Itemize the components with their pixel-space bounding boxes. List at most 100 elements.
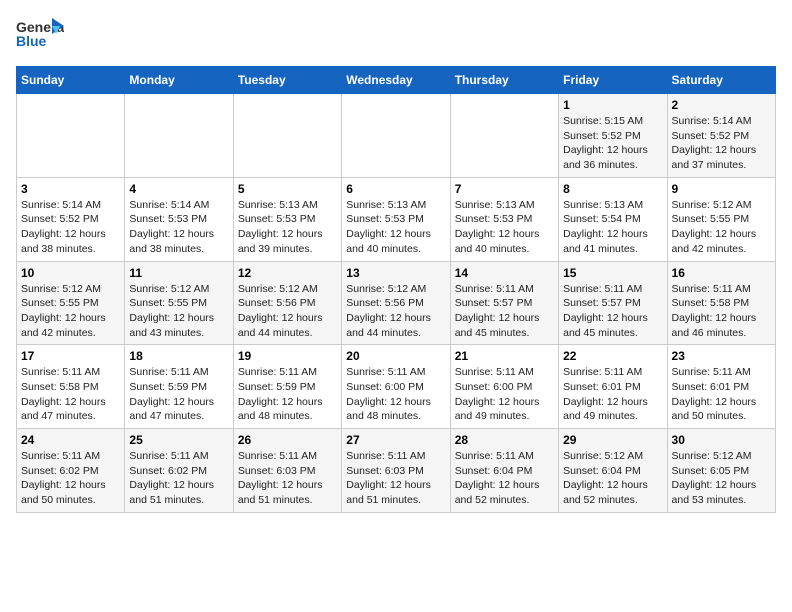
day-info: Sunrise: 5:15 AMSunset: 5:52 PMDaylight:… — [563, 114, 662, 173]
day-info: Sunrise: 5:12 AMSunset: 5:55 PMDaylight:… — [21, 282, 120, 341]
day-number: 23 — [672, 349, 771, 363]
calendar-cell: 4 Sunrise: 5:14 AMSunset: 5:53 PMDaylight… — [125, 177, 233, 261]
calendar-cell: 1 Sunrise: 5:15 AMSunset: 5:52 PMDaylight… — [559, 94, 667, 178]
calendar-cell: 22Sunrise: 5:11 AMSunset: 6:01 PMDayligh… — [559, 345, 667, 429]
calendar-week-row: 3Sunrise: 5:14 AMSunset: 5:52 PMDaylight… — [17, 177, 776, 261]
day-number: 10 — [21, 266, 120, 280]
day-number: 20 — [346, 349, 445, 363]
day-number: 2 — [672, 98, 771, 112]
logo-icon: General Blue — [16, 16, 64, 54]
calendar-cell — [233, 94, 341, 178]
day-number: 12 — [238, 266, 337, 280]
day-number: 26 — [238, 433, 337, 447]
calendar-cell: 5 Sunrise: 5:13 AMSunset: 5:53 PMDaylight… — [233, 177, 341, 261]
day-info: Sunrise: 5:11 AMSunset: 6:00 PMDaylight:… — [346, 365, 445, 424]
day-info: Sunrise: 5:11 AMSunset: 6:01 PMDaylight:… — [563, 365, 662, 424]
day-number: 24 — [21, 433, 120, 447]
day-number: 1 — [563, 98, 662, 112]
day-number: 18 — [129, 349, 228, 363]
calendar-cell: 28 Sunrise: 5:11 AMSunset: 6:04 PMDayligh… — [450, 429, 558, 513]
day-info: Sunrise: 5:11 AMSunset: 5:57 PMDaylight:… — [563, 282, 662, 341]
calendar-cell: 19Sunrise: 5:11 AMSunset: 5:59 PMDayligh… — [233, 345, 341, 429]
calendar-table: SundayMondayTuesdayWednesdayThursdayFrid… — [16, 66, 776, 513]
calendar-cell — [342, 94, 450, 178]
calendar-cell: 13 Sunrise: 5:12 AMSunset: 5:56 PMDayligh… — [342, 261, 450, 345]
day-info: Sunrise: 5:12 AMSunset: 5:56 PMDaylight:… — [238, 282, 337, 341]
day-info: Sunrise: 5:12 AMSunset: 6:05 PMDaylight:… — [672, 449, 771, 508]
day-number: 13 — [346, 266, 445, 280]
day-header-thursday: Thursday — [450, 67, 558, 94]
day-info: Sunrise: 5:11 AMSunset: 6:02 PMDaylight:… — [129, 449, 228, 508]
day-info: Sunrise: 5:11 AMSunset: 5:59 PMDaylight:… — [129, 365, 228, 424]
day-info: Sunrise: 5:12 AMSunset: 6:04 PMDaylight:… — [563, 449, 662, 508]
calendar-cell — [450, 94, 558, 178]
day-header-monday: Monday — [125, 67, 233, 94]
calendar-cell: 29 Sunrise: 5:12 AMSunset: 6:04 PMDayligh… — [559, 429, 667, 513]
day-number: 3 — [21, 182, 120, 196]
calendar-cell: 8 Sunrise: 5:13 AMSunset: 5:54 PMDaylight… — [559, 177, 667, 261]
calendar-cell: 26 Sunrise: 5:11 AMSunset: 6:03 PMDayligh… — [233, 429, 341, 513]
calendar-week-row: 17 Sunrise: 5:11 AMSunset: 5:58 PMDayligh… — [17, 345, 776, 429]
calendar-cell: 15 Sunrise: 5:11 AMSunset: 5:57 PMDayligh… — [559, 261, 667, 345]
calendar-week-row: 10 Sunrise: 5:12 AMSunset: 5:55 PMDayligh… — [17, 261, 776, 345]
calendar-cell: 6 Sunrise: 5:13 AMSunset: 5:53 PMDaylight… — [342, 177, 450, 261]
calendar-cell: 3Sunrise: 5:14 AMSunset: 5:52 PMDaylight… — [17, 177, 125, 261]
day-number: 21 — [455, 349, 554, 363]
calendar-header-row: SundayMondayTuesdayWednesdayThursdayFrid… — [17, 67, 776, 94]
logo: General Blue — [16, 16, 64, 54]
svg-text:Blue: Blue — [16, 33, 47, 49]
calendar-cell: 10 Sunrise: 5:12 AMSunset: 5:55 PMDayligh… — [17, 261, 125, 345]
day-info: Sunrise: 5:11 AMSunset: 6:01 PMDaylight:… — [672, 365, 771, 424]
day-info: Sunrise: 5:14 AMSunset: 5:53 PMDaylight:… — [129, 198, 228, 257]
day-number: 6 — [346, 182, 445, 196]
day-info: Sunrise: 5:11 AMSunset: 6:03 PMDaylight:… — [238, 449, 337, 508]
calendar-cell: 2 Sunrise: 5:14 AMSunset: 5:52 PMDaylight… — [667, 94, 775, 178]
day-number: 25 — [129, 433, 228, 447]
day-number: 11 — [129, 266, 228, 280]
calendar-cell: 27Sunrise: 5:11 AMSunset: 6:03 PMDayligh… — [342, 429, 450, 513]
day-header-wednesday: Wednesday — [342, 67, 450, 94]
calendar-cell: 30Sunrise: 5:12 AMSunset: 6:05 PMDayligh… — [667, 429, 775, 513]
calendar-week-row: 1 Sunrise: 5:15 AMSunset: 5:52 PMDaylight… — [17, 94, 776, 178]
calendar-cell: 16Sunrise: 5:11 AMSunset: 5:58 PMDayligh… — [667, 261, 775, 345]
day-number: 28 — [455, 433, 554, 447]
calendar-cell: 25 Sunrise: 5:11 AMSunset: 6:02 PMDayligh… — [125, 429, 233, 513]
day-number: 29 — [563, 433, 662, 447]
day-header-friday: Friday — [559, 67, 667, 94]
day-info: Sunrise: 5:13 AMSunset: 5:54 PMDaylight:… — [563, 198, 662, 257]
day-info: Sunrise: 5:12 AMSunset: 5:56 PMDaylight:… — [346, 282, 445, 341]
calendar-cell: 21Sunrise: 5:11 AMSunset: 6:00 PMDayligh… — [450, 345, 558, 429]
day-header-tuesday: Tuesday — [233, 67, 341, 94]
day-info: Sunrise: 5:11 AMSunset: 6:04 PMDaylight:… — [455, 449, 554, 508]
page-header: General Blue — [16, 16, 776, 54]
calendar-cell: 7Sunrise: 5:13 AMSunset: 5:53 PMDaylight… — [450, 177, 558, 261]
day-number: 15 — [563, 266, 662, 280]
day-info: Sunrise: 5:13 AMSunset: 5:53 PMDaylight:… — [238, 198, 337, 257]
calendar-cell: 9 Sunrise: 5:12 AMSunset: 5:55 PMDaylight… — [667, 177, 775, 261]
day-number: 8 — [563, 182, 662, 196]
day-info: Sunrise: 5:13 AMSunset: 5:53 PMDaylight:… — [346, 198, 445, 257]
day-info: Sunrise: 5:11 AMSunset: 5:58 PMDaylight:… — [672, 282, 771, 341]
day-info: Sunrise: 5:12 AMSunset: 5:55 PMDaylight:… — [672, 198, 771, 257]
calendar-cell: 20 Sunrise: 5:11 AMSunset: 6:00 PMDayligh… — [342, 345, 450, 429]
day-info: Sunrise: 5:11 AMSunset: 6:02 PMDaylight:… — [21, 449, 120, 508]
day-number: 17 — [21, 349, 120, 363]
day-info: Sunrise: 5:14 AMSunset: 5:52 PMDaylight:… — [672, 114, 771, 173]
calendar-cell — [17, 94, 125, 178]
day-number: 5 — [238, 182, 337, 196]
calendar-cell — [125, 94, 233, 178]
calendar-cell: 14Sunrise: 5:11 AMSunset: 5:57 PMDayligh… — [450, 261, 558, 345]
day-number: 14 — [455, 266, 554, 280]
day-number: 27 — [346, 433, 445, 447]
day-number: 4 — [129, 182, 228, 196]
calendar-cell: 17 Sunrise: 5:11 AMSunset: 5:58 PMDayligh… — [17, 345, 125, 429]
day-info: Sunrise: 5:11 AMSunset: 5:58 PMDaylight:… — [21, 365, 120, 424]
calendar-cell: 23 Sunrise: 5:11 AMSunset: 6:01 PMDayligh… — [667, 345, 775, 429]
calendar-cell: 12 Sunrise: 5:12 AMSunset: 5:56 PMDayligh… — [233, 261, 341, 345]
calendar-cell: 24 Sunrise: 5:11 AMSunset: 6:02 PMDayligh… — [17, 429, 125, 513]
day-number: 7 — [455, 182, 554, 196]
day-header-sunday: Sunday — [17, 67, 125, 94]
day-info: Sunrise: 5:12 AMSunset: 5:55 PMDaylight:… — [129, 282, 228, 341]
calendar-week-row: 24 Sunrise: 5:11 AMSunset: 6:02 PMDayligh… — [17, 429, 776, 513]
day-number: 9 — [672, 182, 771, 196]
